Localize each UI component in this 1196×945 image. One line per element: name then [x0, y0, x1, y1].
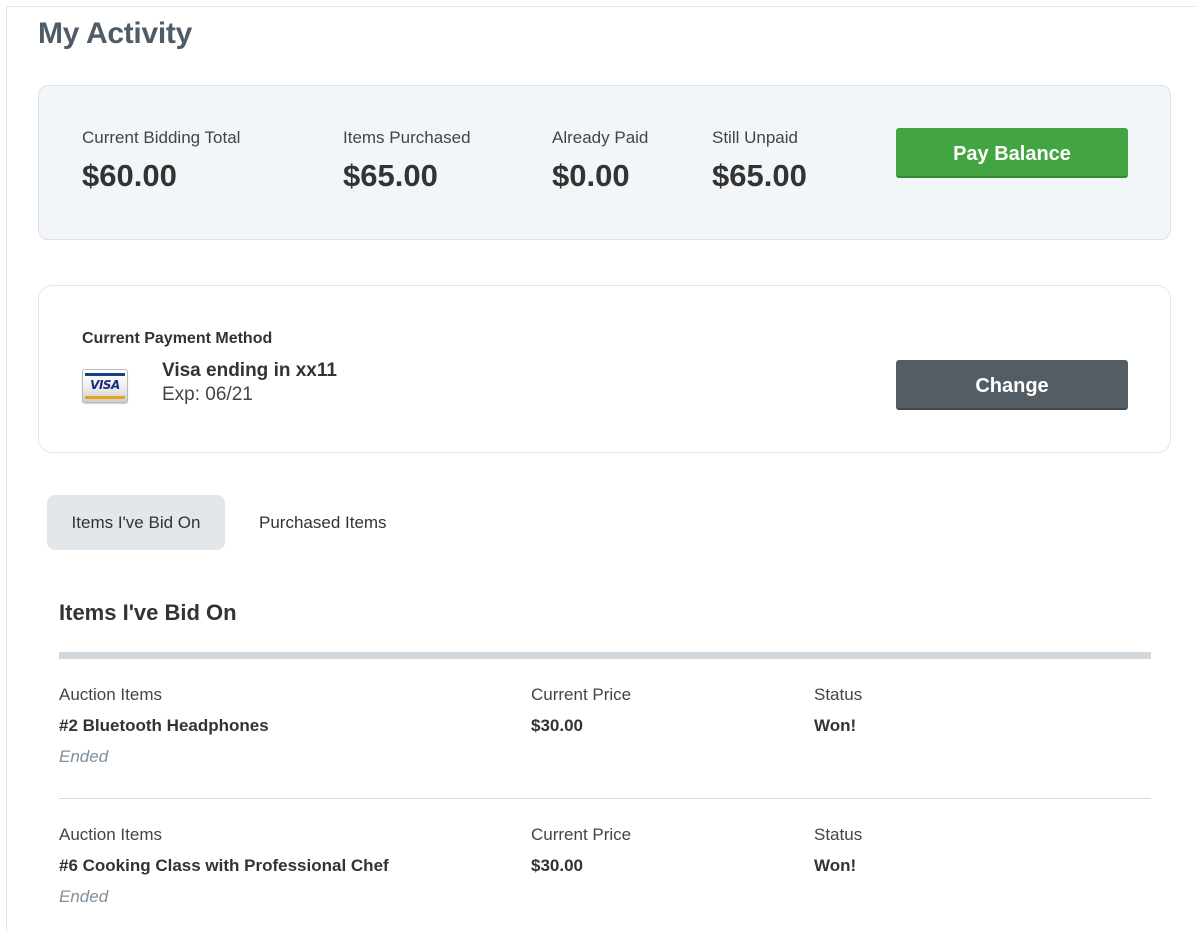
current-bidding-total-label: Current Bidding Total [82, 128, 241, 147]
page-title: My Activity [38, 17, 192, 50]
status-cell: Status Won! [814, 825, 862, 876]
current-price-label: Current Price [531, 825, 632, 844]
item-name: #2 Bluetooth Headphones [59, 716, 269, 735]
tab-items-bid-on[interactable]: Items I've Bid On [47, 495, 225, 550]
table-row: Auction Items #6 Cooking Class with Prof… [59, 825, 1151, 945]
section-divider [59, 652, 1151, 659]
visa-card-brand-text: VISA [90, 378, 120, 392]
still-unpaid-label: Still Unpaid [712, 128, 798, 147]
already-paid-label: Already Paid [552, 128, 649, 147]
items-purchased-value: $65.00 [343, 158, 438, 193]
current-bidding-total: Current Bidding Total $60.00 [82, 128, 240, 194]
already-paid: Already Paid $0.00 [552, 128, 648, 194]
payment-method-card: Current Payment Method VISA Visa ending … [38, 285, 1171, 453]
item-name: #6 Cooking Class with Professional Chef [59, 856, 389, 875]
change-payment-button[interactable]: Change [896, 360, 1128, 410]
still-unpaid-value: $65.00 [712, 158, 807, 193]
auction-items-label: Auction Items [59, 825, 162, 844]
auction-items-label: Auction Items [59, 685, 162, 704]
still-unpaid: Still Unpaid $65.00 [712, 128, 807, 194]
status-cell: Status Won! [814, 685, 862, 736]
pay-balance-button[interactable]: Pay Balance [896, 128, 1128, 178]
item-state: Ended [59, 747, 109, 766]
items-purchased-label: Items Purchased [343, 128, 471, 147]
auction-item-cell: Auction Items #2 Bluetooth Headphones En… [59, 685, 269, 767]
payment-method-heading: Current Payment Method [82, 330, 273, 347]
current-price-label: Current Price [531, 685, 632, 704]
current-price-cell: Current Price $30.00 [531, 825, 631, 876]
card-expiration: Exp: 06/21 [162, 384, 253, 405]
current-price-cell: Current Price $30.00 [531, 685, 631, 736]
card-name: Visa ending in xx11 [162, 360, 337, 381]
visa-card-top-stripe [85, 373, 125, 376]
table-row: Auction Items #2 Bluetooth Headphones En… [59, 685, 1151, 805]
current-price-value: $30.00 [531, 856, 583, 875]
status-label: Status [814, 825, 863, 844]
tab-purchased-items[interactable]: Purchased Items [259, 495, 387, 550]
items-purchased: Items Purchased $65.00 [343, 128, 471, 194]
item-state: Ended [59, 887, 109, 906]
row-divider [59, 798, 1151, 799]
visa-card-icon: VISA [82, 369, 128, 403]
already-paid-value: $0.00 [552, 158, 630, 193]
current-price-value: $30.00 [531, 716, 583, 735]
auction-item-cell: Auction Items #6 Cooking Class with Prof… [59, 825, 389, 907]
status-value: Won! [814, 716, 857, 735]
status-label: Status [814, 685, 863, 704]
visa-card-bottom-stripe [85, 396, 125, 399]
balance-summary-card: Current Bidding Total $60.00 Items Purch… [38, 85, 1171, 240]
my-activity-page: My Activity Current Bidding Total $60.00… [6, 6, 1196, 932]
section-title: Items I've Bid On [59, 600, 237, 625]
current-bidding-total-value: $60.00 [82, 158, 177, 193]
status-value: Won! [814, 856, 857, 875]
